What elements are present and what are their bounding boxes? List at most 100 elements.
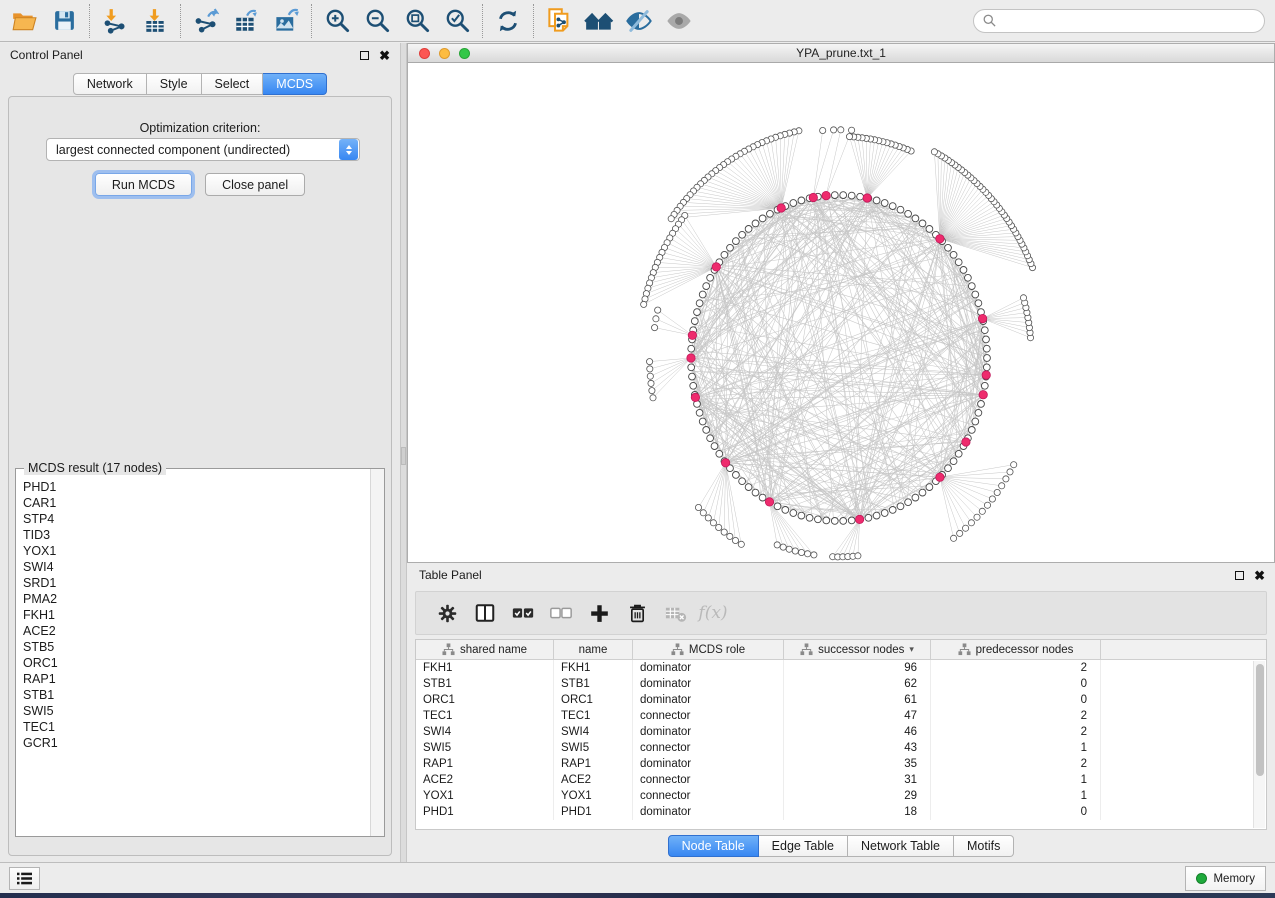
cell-predecessor-nodes[interactable]: 1 — [931, 772, 1101, 788]
zoom-fit-icon[interactable] — [397, 3, 437, 39]
cell-successor-nodes[interactable]: 61 — [784, 692, 931, 708]
cell-successor-nodes[interactable]: 62 — [784, 676, 931, 692]
mcds-node-item[interactable]: CAR1 — [23, 495, 370, 511]
column-header-predecessor-nodes[interactable]: predecessor nodes — [931, 640, 1101, 659]
settings-gear-icon[interactable] — [428, 596, 466, 630]
cell-successor-nodes[interactable]: 46 — [784, 724, 931, 740]
table-row[interactable]: STB1STB1dominator620 — [416, 676, 1266, 692]
search-input[interactable] — [997, 14, 1256, 28]
cell-MCDS-role[interactable]: connector — [633, 708, 784, 724]
close-panel-icon[interactable]: ✖ — [379, 51, 390, 60]
tab-mcds[interactable]: MCDS — [263, 73, 327, 95]
vertical-splitter[interactable] — [400, 43, 407, 862]
zoom-in-icon[interactable] — [317, 3, 357, 39]
close-panel-icon[interactable]: ✖ — [1254, 571, 1265, 580]
mcds-node-item[interactable]: STB5 — [23, 639, 370, 655]
table-row[interactable]: SWI4SWI4dominator462 — [416, 724, 1266, 740]
run-mcds-button[interactable]: Run MCDS — [95, 173, 192, 196]
float-panel-icon[interactable] — [360, 51, 369, 60]
export-table-icon[interactable] — [226, 3, 266, 39]
cell-shared-name[interactable]: STB1 — [416, 676, 554, 692]
cell-shared-name[interactable]: PHD1 — [416, 804, 554, 820]
zoom-out-icon[interactable] — [357, 3, 397, 39]
mcds-node-item[interactable]: STP4 — [23, 511, 370, 527]
show-all-icon[interactable] — [659, 3, 699, 39]
cell-name[interactable]: ACE2 — [554, 772, 633, 788]
cell-name[interactable]: STB1 — [554, 676, 633, 692]
cell-predecessor-nodes[interactable]: 2 — [931, 724, 1101, 740]
close-panel-button[interactable]: Close panel — [205, 173, 305, 196]
cell-predecessor-nodes[interactable]: 1 — [931, 788, 1101, 804]
tab-network-table[interactable]: Network Table — [848, 835, 954, 857]
tab-network[interactable]: Network — [73, 73, 147, 95]
table-scrollbar[interactable] — [1253, 661, 1265, 828]
cell-MCDS-role[interactable]: dominator — [633, 692, 784, 708]
cell-MCDS-role[interactable]: dominator — [633, 660, 784, 676]
cell-MCDS-role[interactable]: connector — [633, 740, 784, 756]
import-table-icon[interactable] — [135, 3, 175, 39]
cell-shared-name[interactable]: TEC1 — [416, 708, 554, 724]
cell-shared-name[interactable]: RAP1 — [416, 756, 554, 772]
select-all-icon[interactable] — [504, 596, 542, 630]
open-session-icon[interactable] — [4, 3, 44, 39]
cell-MCDS-role[interactable]: dominator — [633, 676, 784, 692]
clone-network-icon[interactable] — [539, 3, 579, 39]
network-titlebar[interactable]: YPA_prune.txt_1 — [408, 44, 1274, 63]
cell-predecessor-nodes[interactable]: 0 — [931, 804, 1101, 820]
column-header-shared-name[interactable]: shared name — [416, 640, 554, 659]
cell-name[interactable]: RAP1 — [554, 756, 633, 772]
mcds-node-item[interactable]: ORC1 — [23, 655, 370, 671]
mcds-node-item[interactable]: STB1 — [23, 687, 370, 703]
mcds-node-item[interactable]: SRD1 — [23, 575, 370, 591]
table-row[interactable]: FKH1FKH1dominator962 — [416, 660, 1266, 676]
criterion-dropdown[interactable]: largest connected component (undirected) — [46, 138, 360, 161]
mcds-list-scrollbar[interactable] — [370, 469, 384, 836]
tab-motifs[interactable]: Motifs — [954, 835, 1014, 857]
mcds-node-item[interactable]: PMA2 — [23, 591, 370, 607]
mcds-node-item[interactable]: PHD1 — [23, 479, 370, 495]
add-row-icon[interactable] — [580, 596, 618, 630]
export-network-icon[interactable] — [186, 3, 226, 39]
cell-successor-nodes[interactable]: 29 — [784, 788, 931, 804]
mcds-result-list[interactable]: PHD1CAR1STP4TID3YOX1SWI4SRD1PMA2FKH1ACE2… — [16, 473, 370, 836]
cell-predecessor-nodes[interactable]: 2 — [931, 660, 1101, 676]
table-row[interactable]: YOX1YOX1connector291 — [416, 788, 1266, 804]
mcds-node-item[interactable]: YOX1 — [23, 543, 370, 559]
table-row[interactable]: SWI5SWI5connector431 — [416, 740, 1266, 756]
cell-shared-name[interactable]: SWI5 — [416, 740, 554, 756]
mcds-node-item[interactable]: SWI5 — [23, 703, 370, 719]
cell-predecessor-nodes[interactable]: 1 — [931, 740, 1101, 756]
cell-MCDS-role[interactable]: dominator — [633, 756, 784, 772]
cell-shared-name[interactable]: YOX1 — [416, 788, 554, 804]
cell-shared-name[interactable]: ACE2 — [416, 772, 554, 788]
mcds-node-item[interactable]: FKH1 — [23, 607, 370, 623]
cell-name[interactable]: SWI4 — [554, 724, 633, 740]
tab-select[interactable]: Select — [202, 73, 264, 95]
zoom-selected-icon[interactable] — [437, 3, 477, 39]
cell-MCDS-role[interactable]: dominator — [633, 724, 784, 740]
cell-name[interactable]: TEC1 — [554, 708, 633, 724]
table-row[interactable]: RAP1RAP1dominator352 — [416, 756, 1266, 772]
cell-shared-name[interactable]: SWI4 — [416, 724, 554, 740]
column-header-MCDS-role[interactable]: MCDS role — [633, 640, 784, 659]
cell-successor-nodes[interactable]: 35 — [784, 756, 931, 772]
search-box[interactable] — [973, 9, 1265, 33]
cell-predecessor-nodes[interactable]: 2 — [931, 708, 1101, 724]
mcds-node-item[interactable]: TID3 — [23, 527, 370, 543]
cell-shared-name[interactable]: FKH1 — [416, 660, 554, 676]
export-image-icon[interactable] — [266, 3, 306, 39]
cell-shared-name[interactable]: ORC1 — [416, 692, 554, 708]
mcds-node-item[interactable]: GCR1 — [23, 735, 370, 751]
show-columns-icon[interactable] — [466, 596, 504, 630]
cell-predecessor-nodes[interactable]: 0 — [931, 692, 1101, 708]
cell-name[interactable]: PHD1 — [554, 804, 633, 820]
apply-layout-icon[interactable] — [488, 3, 528, 39]
table-row[interactable]: TEC1TEC1connector472 — [416, 708, 1266, 724]
cell-successor-nodes[interactable]: 47 — [784, 708, 931, 724]
mcds-node-item[interactable]: RAP1 — [23, 671, 370, 687]
save-session-icon[interactable] — [44, 3, 84, 39]
tab-style[interactable]: Style — [147, 73, 202, 95]
mcds-node-item[interactable]: ACE2 — [23, 623, 370, 639]
table-row[interactable]: ACE2ACE2connector311 — [416, 772, 1266, 788]
network-graph[interactable] — [408, 63, 1274, 562]
